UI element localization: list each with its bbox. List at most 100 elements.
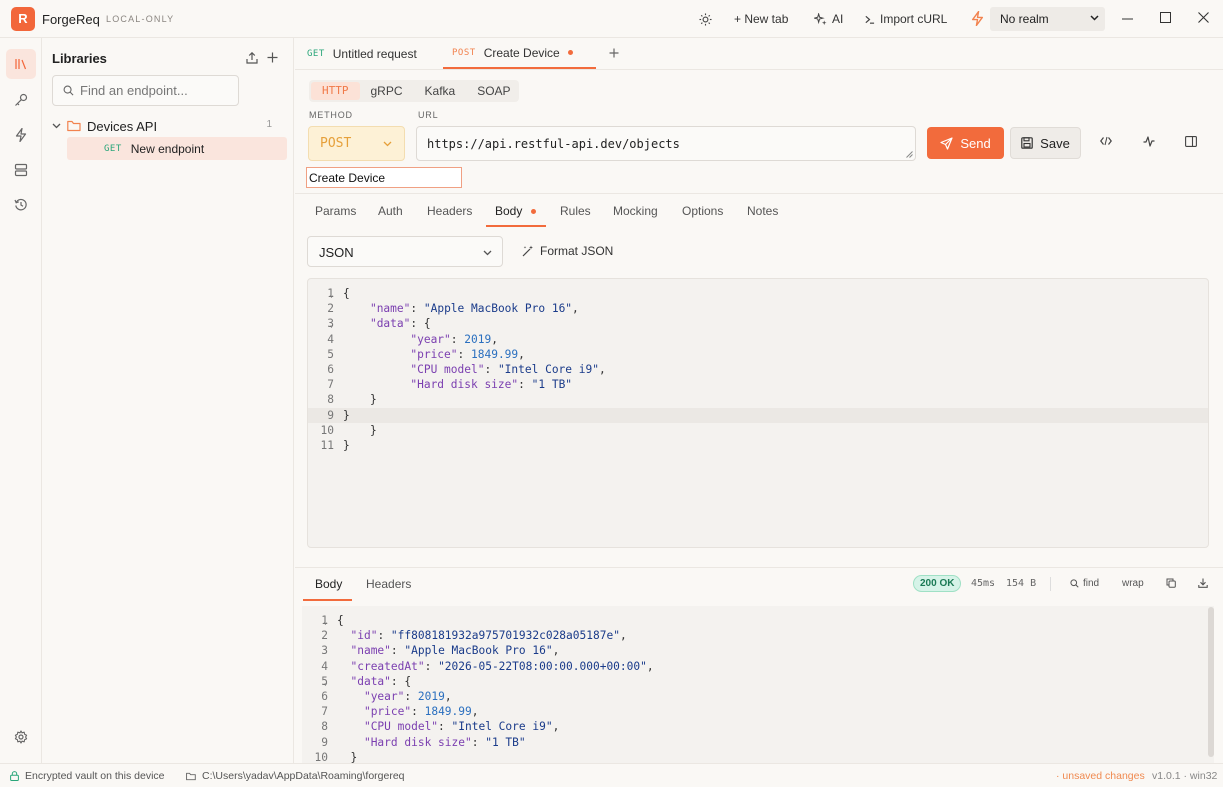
folder-icon bbox=[67, 120, 81, 132]
protocol-switcher: HTTP gRPC Kafka SOAP bbox=[309, 80, 519, 102]
settings-nav-button[interactable] bbox=[6, 722, 36, 752]
tab-create-device[interactable]: POST Create Device bbox=[443, 38, 596, 69]
data-path: C:\Users\yadav\AppData\Roaming\forgereq bbox=[186, 770, 405, 782]
tab-headers[interactable]: Headers bbox=[427, 204, 472, 218]
realm-select[interactable]: No realm bbox=[990, 7, 1105, 31]
code-text: } bbox=[343, 393, 377, 407]
activity-icon[interactable] bbox=[1143, 136, 1155, 147]
line-number: 8 bbox=[327, 393, 334, 407]
import-curl-label: Import cURL bbox=[880, 12, 948, 26]
code-line: 4 "year": 2019, bbox=[308, 332, 1208, 347]
fold-chevron-icon[interactable]: ⌄ bbox=[323, 675, 328, 690]
line-number: 2 bbox=[321, 629, 328, 643]
fold-chevron-icon[interactable]: ⌄ bbox=[329, 287, 334, 302]
sun-icon bbox=[699, 12, 712, 26]
export-icon[interactable] bbox=[246, 52, 258, 64]
code-text: "price": 1849.99, bbox=[410, 347, 525, 361]
import-curl-button[interactable]: Import cURL bbox=[864, 11, 947, 27]
libraries-nav-button[interactable] bbox=[6, 49, 36, 79]
code-snippet-icon[interactable] bbox=[1100, 136, 1112, 146]
wrap-button[interactable]: wrap bbox=[1122, 578, 1144, 589]
endpoint-search-input[interactable]: Find an endpoint... bbox=[52, 75, 239, 106]
response-tab-body[interactable]: Body bbox=[315, 577, 342, 591]
new-tab-button[interactable]: + New tab bbox=[734, 11, 788, 27]
tab-body[interactable]: Body bbox=[495, 204, 522, 218]
response-scrollbar[interactable] bbox=[1208, 607, 1214, 757]
tab-options[interactable]: Options bbox=[682, 204, 723, 218]
tab-untitled-request[interactable]: GET Untitled request bbox=[307, 38, 417, 69]
add-library-icon[interactable] bbox=[267, 52, 278, 63]
url-value: https://api.restful-api.dev/objects bbox=[427, 137, 680, 151]
tab-auth[interactable]: Auth bbox=[378, 204, 403, 218]
line-number: 6 bbox=[327, 363, 334, 376]
fold-chevron-icon[interactable]: ⌄ bbox=[329, 317, 334, 332]
response-time: 45ms bbox=[971, 578, 996, 589]
format-json-button[interactable]: Format JSON bbox=[522, 244, 613, 258]
copy-icon[interactable] bbox=[1166, 578, 1176, 588]
line-number: 6 bbox=[321, 690, 328, 703]
code-line: 6 "CPU model": "Intel Core i9", bbox=[308, 362, 1208, 377]
endpoint-item[interactable]: GET New endpoint bbox=[67, 137, 287, 160]
ai-button[interactable]: AI bbox=[814, 11, 843, 27]
history-nav-button[interactable] bbox=[6, 190, 36, 220]
request-name-input[interactable]: Create Device bbox=[306, 167, 462, 188]
add-tab-icon[interactable] bbox=[609, 48, 619, 58]
tab-rules[interactable]: Rules bbox=[560, 204, 591, 218]
close-icon[interactable] bbox=[1198, 12, 1209, 23]
request-name-value: Create Device bbox=[309, 171, 386, 185]
tab-method: GET bbox=[307, 48, 325, 59]
code-text: "year": 2019, bbox=[363, 690, 452, 703]
status-badge: 200 OK bbox=[913, 575, 962, 592]
protocol-soap[interactable]: SOAP bbox=[466, 82, 521, 100]
side-panel-icon[interactable] bbox=[1185, 136, 1197, 147]
resize-handle-icon bbox=[906, 151, 913, 158]
flows-nav-button[interactable] bbox=[6, 120, 36, 150]
line-number: 9 bbox=[327, 408, 334, 422]
save-button[interactable]: Save bbox=[1010, 127, 1081, 159]
minimize-icon[interactable] bbox=[1122, 18, 1133, 20]
unsaved-changes-label: · unsaved changes bbox=[1056, 770, 1145, 782]
search-icon bbox=[63, 85, 74, 96]
response-tab-headers[interactable]: Headers bbox=[366, 577, 411, 591]
endpoint-method: GET bbox=[104, 143, 122, 154]
tab-params[interactable]: Params bbox=[315, 204, 356, 218]
code-line: 7 "Hard disk size": "1 TB" bbox=[308, 377, 1208, 392]
code-text: } bbox=[343, 439, 350, 452]
protocol-http[interactable]: HTTP bbox=[311, 82, 360, 100]
sidebar-title: Libraries bbox=[52, 51, 107, 66]
find-button[interactable]: find bbox=[1070, 578, 1099, 589]
tab-notes[interactable]: Notes bbox=[747, 204, 778, 218]
folder-devices-api[interactable]: Devices API 1 bbox=[52, 117, 284, 135]
folder-icon bbox=[186, 772, 196, 781]
response-body-viewer[interactable]: 1 ⌄{2 "id": "ff808181932a975701932c028a05… bbox=[302, 606, 1214, 763]
protocol-grpc[interactable]: gRPC bbox=[360, 82, 414, 100]
body-editor[interactable]: 1 ⌄{2 "name": "Apple MacBook Pro 16", 3 ⌄ "… bbox=[307, 278, 1209, 548]
theme-toggle-button[interactable] bbox=[699, 11, 712, 27]
code-line: 10 } bbox=[302, 750, 1202, 763]
url-input[interactable]: https://api.restful-api.dev/objects bbox=[416, 126, 916, 161]
folder-name: Devices API bbox=[87, 118, 158, 134]
local-only-badge: LOCAL-ONLY bbox=[106, 14, 175, 24]
maximize-icon[interactable] bbox=[1160, 12, 1171, 23]
realm-value: No realm bbox=[1000, 12, 1049, 26]
body-format-select[interactable]: JSON bbox=[307, 236, 503, 267]
line-number: 4 bbox=[327, 332, 334, 346]
code-line: 9 "Hard disk size": "1 TB" bbox=[302, 735, 1202, 750]
download-icon[interactable] bbox=[1198, 578, 1208, 588]
servers-nav-button[interactable] bbox=[6, 155, 36, 185]
code-text: "CPU model": "Intel Core i9", bbox=[410, 363, 606, 376]
method-select[interactable]: POST bbox=[308, 126, 405, 161]
code-text: { bbox=[343, 287, 350, 300]
activity-bar bbox=[0, 38, 42, 763]
fold-chevron-icon[interactable]: ⌄ bbox=[323, 614, 328, 629]
keys-nav-button[interactable] bbox=[6, 85, 36, 115]
code-line: 5 ⌄ "data": { bbox=[302, 674, 1202, 689]
protocol-kafka[interactable]: Kafka bbox=[414, 82, 467, 100]
line-number: 2 bbox=[327, 302, 334, 316]
send-button[interactable]: Send bbox=[927, 127, 1004, 159]
tab-mocking[interactable]: Mocking bbox=[613, 204, 658, 218]
line-number: 7 bbox=[321, 705, 328, 719]
code-line: 7 "price": 1849.99, bbox=[302, 704, 1202, 719]
bolt-icon bbox=[971, 11, 984, 26]
code-line: 11} bbox=[308, 438, 1208, 453]
